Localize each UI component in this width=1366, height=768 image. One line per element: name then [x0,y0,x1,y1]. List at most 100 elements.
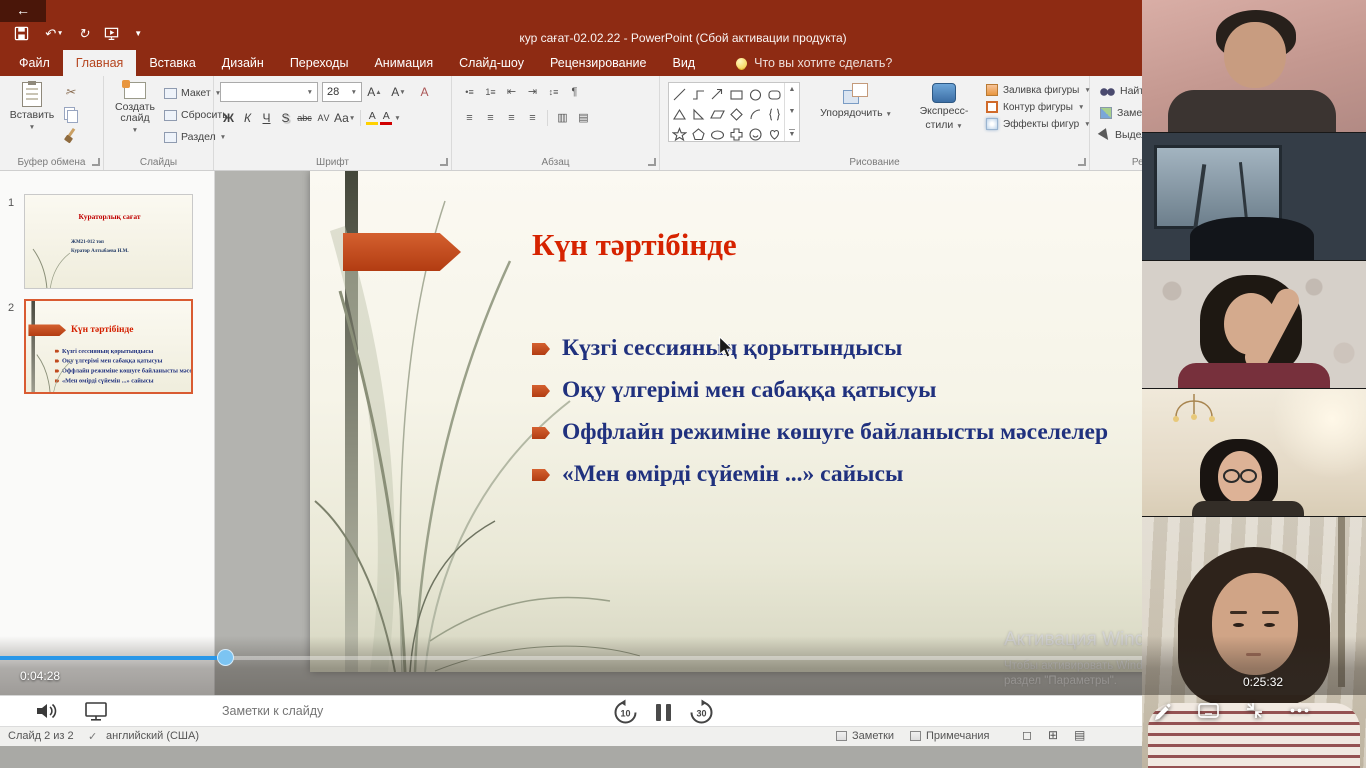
convert-to-smartart-button[interactable]: ▤ [574,108,593,127]
align-left-button[interactable]: ≡ [460,108,479,127]
columns-button[interactable]: ▥ [553,108,572,127]
indent-decrease-button[interactable]: ⇤ [502,82,521,101]
shape-diamond[interactable] [727,104,746,124]
shape-braces[interactable] [765,104,784,124]
playback-progress-handle[interactable] [217,649,234,666]
tab-review[interactable]: Рецензирование [537,50,660,76]
tab-file[interactable]: Файл [6,50,63,76]
underline-button[interactable]: Ч [258,108,275,128]
clipboard-dialog-launcher[interactable] [92,158,100,166]
italic-button[interactable]: К [239,108,256,128]
tab-design[interactable]: Дизайн [209,50,277,76]
new-slide-button[interactable]: Создать слайд ▼ [109,82,161,134]
copy-button[interactable] [62,106,78,122]
shape-star[interactable] [670,124,689,142]
shape-fill-button[interactable]: Заливка фигуры▼ [986,84,1091,96]
bold-button[interactable]: Ж [220,108,237,128]
align-center-button[interactable]: ≡ [481,108,500,127]
comments-toggle[interactable]: Примечания [910,730,990,742]
arrange-button[interactable]: Упорядочить ▼ [810,83,902,119]
layout-button[interactable]: Макет▼ [164,87,221,99]
indent-increase-button[interactable]: ⇥ [523,82,542,101]
shape-arrow[interactable] [708,84,727,104]
exit-fullscreen-button[interactable] [1244,700,1265,721]
volume-icon[interactable] [34,701,59,721]
screen-share-icon[interactable] [85,702,107,721]
shape-circle[interactable] [746,84,765,104]
more-options-button[interactable] [1289,700,1310,721]
tab-slideshow[interactable]: Слайд-шоу [446,50,537,76]
tab-transitions[interactable]: Переходы [277,50,362,76]
reading-view-button[interactable]: ▤ [1074,728,1085,742]
pause-button[interactable] [656,704,671,721]
shape-cross[interactable] [727,124,746,142]
shape-elbow-connector[interactable] [689,84,708,104]
paste-button[interactable]: Вставить ▼ [8,82,56,131]
tell-me-box[interactable]: Что вы хотите сделать? [736,50,892,76]
spellcheck-icon[interactable]: ✓ [88,730,97,743]
playback-progress-bar[interactable] [0,656,1142,660]
format-painter-button[interactable] [62,128,78,144]
shape-parallelogram[interactable] [708,104,727,124]
shape-smiley[interactable] [746,124,765,142]
shapes-gallery-scrollbar[interactable]: ▲ ▼ ▼ [784,83,799,141]
skip-forward-30-button[interactable]: 30 [688,699,715,726]
tab-insert[interactable]: Вставка [136,50,208,76]
person-silhouette [1178,363,1330,389]
shape-heart[interactable] [765,124,784,142]
shrink-font-button[interactable]: А▼ [390,82,407,102]
notes-toggle[interactable]: Заметки [836,730,894,742]
shapes-scroll-up-icon[interactable]: ▲ [789,86,796,93]
justify-button[interactable]: ≡ [523,108,542,127]
character-spacing-button[interactable]: АV [315,108,332,128]
change-case-button[interactable]: Аа▼ [334,108,355,128]
font-name-select[interactable]: ▼ [220,82,318,102]
text-highlight-button[interactable]: А [366,111,378,125]
shapes-more-icon[interactable]: ▼ [789,129,796,138]
align-right-button[interactable]: ≡ [502,108,521,127]
shape-effects-button[interactable]: Эффекты фигур▼ [986,118,1091,130]
grow-font-button[interactable]: А▲ [366,82,383,102]
whiteboard-button[interactable] [1197,700,1220,721]
tab-home[interactable]: Главная [63,50,137,76]
shapes-scroll-down-icon[interactable]: ▼ [789,108,796,115]
language-indicator[interactable]: английский (США) [106,730,199,742]
slide[interactable]: Күн тәртібінде Күзгі сессияның қорытынды… [310,171,1210,672]
numbering-button[interactable]: 1≡ [481,82,500,101]
line-spacing-button[interactable]: ↕≡ [544,82,563,101]
shape-outline-button[interactable]: Контур фигуры▼ [986,101,1091,113]
annotate-pen-button[interactable] [1152,700,1173,721]
shape-right-triangle[interactable] [689,104,708,124]
shape-pentagon[interactable] [689,124,708,142]
font-color-button[interactable]: А [380,111,392,125]
slide-sorter-view-button[interactable]: ⊞ [1048,728,1058,742]
tab-animations[interactable]: Анимация [361,50,446,76]
text-shadow-button[interactable]: S [277,108,294,128]
slide-thumbnail-2[interactable]: Күн тәртібінде Күзгі сессияның қорытынды… [24,299,193,394]
normal-view-button[interactable]: ◻ [1022,728,1032,742]
text-direction-button[interactable]: ¶ [565,82,584,101]
font-dialog-launcher[interactable] [440,158,448,166]
clear-formatting-button[interactable]: А [416,82,433,102]
back-button[interactable]: ← [0,0,46,22]
shape-arc[interactable] [746,104,765,124]
select-button[interactable]: Выдел [1100,129,1147,141]
paragraph-dialog-launcher[interactable] [648,158,656,166]
strikethrough-button[interactable]: abc [296,108,313,128]
shape-rounded-rectangle[interactable] [765,84,784,104]
drawing-dialog-launcher[interactable] [1078,158,1086,166]
bullets-button[interactable]: •≡ [460,82,479,101]
cut-button[interactable]: ✂ [62,84,78,100]
shape-rectangle[interactable] [727,84,746,104]
slide-thumbnail-1[interactable]: Кураторлық сағат ЖМ21-012 топ Куратор Ал… [24,194,193,289]
font-color-caret-icon[interactable]: ▼ [394,115,400,122]
quick-styles-button[interactable]: Экспресс- стили ▼ [906,83,982,131]
tab-view[interactable]: Вид [659,50,708,76]
shape-oval[interactable] [708,124,727,142]
shape-triangle[interactable] [670,104,689,124]
notes-pane[interactable]: Заметки к слайду [0,695,1142,726]
skip-back-10-button[interactable]: 10 [612,699,639,726]
font-size-select[interactable]: 28▼ [322,82,362,102]
person-silhouette [1190,217,1314,261]
shape-line[interactable] [670,84,689,104]
